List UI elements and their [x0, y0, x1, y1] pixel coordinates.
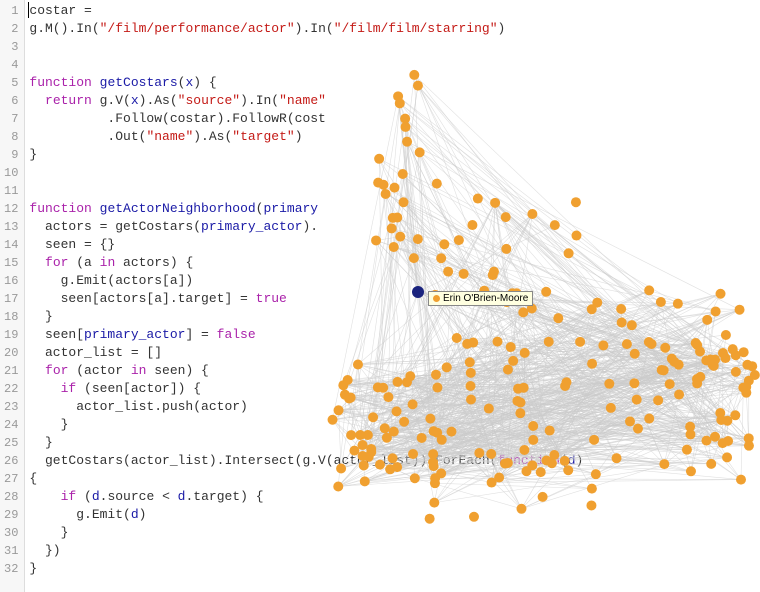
code-line[interactable]: return g.V(x).As("source").In("name": [29, 92, 591, 110]
line-number: 19: [4, 326, 18, 344]
line-number: 1: [4, 2, 18, 20]
line-number: 17: [4, 290, 18, 308]
code-line[interactable]: g.Emit(d): [29, 506, 591, 524]
code-line[interactable]: if (d.source < d.target) {: [29, 488, 591, 506]
line-number: 16: [4, 272, 18, 290]
line-number: 10: [4, 164, 18, 182]
code-line[interactable]: actors = getCostars(primary_actor).: [29, 218, 591, 236]
code-line[interactable]: getCostars(actor_list).Intersect(g.V(act…: [29, 452, 591, 470]
line-number: 26: [4, 452, 18, 470]
code-line[interactable]: [29, 164, 591, 182]
line-number: 25: [4, 434, 18, 452]
code-line[interactable]: [29, 38, 591, 56]
code-line[interactable]: {: [29, 470, 591, 488]
line-number-gutter: 1234567891011121314151617181920212223242…: [0, 0, 25, 592]
code-line[interactable]: seen = {}: [29, 236, 591, 254]
line-number: 7: [4, 110, 18, 128]
code-line[interactable]: if (seen[actor]) {: [29, 380, 591, 398]
code-line[interactable]: g.Emit(actors[a]): [29, 272, 591, 290]
code-line[interactable]: seen[primary_actor] = false: [29, 326, 591, 344]
line-number: 22: [4, 380, 18, 398]
line-number: 3: [4, 38, 18, 56]
code-line[interactable]: .Out("name").As("target"): [29, 128, 591, 146]
code-line[interactable]: for (a in actors) {: [29, 254, 591, 272]
code-line[interactable]: actor_list = []: [29, 344, 591, 362]
line-number: 6: [4, 92, 18, 110]
code-line[interactable]: }: [29, 524, 591, 542]
code-line[interactable]: [29, 182, 591, 200]
code-line[interactable]: .Follow(costar).FollowR(cost: [29, 110, 591, 128]
line-number: 31: [4, 542, 18, 560]
line-number: 20: [4, 344, 18, 362]
code-line[interactable]: for (actor in seen) {: [29, 362, 591, 380]
line-number: 9: [4, 146, 18, 164]
line-number: 18: [4, 308, 18, 326]
code-line[interactable]: }): [29, 542, 591, 560]
line-number: 15: [4, 254, 18, 272]
line-number: 5: [4, 74, 18, 92]
code-line[interactable]: }: [29, 416, 591, 434]
code-line[interactable]: function getActorNeighborhood(primary: [29, 200, 591, 218]
line-number: 29: [4, 506, 18, 524]
line-number: 12: [4, 200, 18, 218]
line-number: 11: [4, 182, 18, 200]
line-number: 13: [4, 218, 18, 236]
code-line[interactable]: }: [29, 146, 591, 164]
code-editor[interactable]: 1234567891011121314151617181920212223242…: [0, 0, 760, 592]
code-line[interactable]: function getCostars(x) {: [29, 74, 591, 92]
code-line[interactable]: }: [29, 434, 591, 452]
line-number: 28: [4, 488, 18, 506]
node-tooltip: Erin O'Brien-Moore: [428, 291, 533, 306]
code-line[interactable]: actor_list.push(actor): [29, 398, 591, 416]
line-number: 30: [4, 524, 18, 542]
line-number: 27: [4, 470, 18, 488]
tooltip-label: Erin O'Brien-Moore: [443, 293, 528, 304]
code-line[interactable]: }: [29, 560, 591, 578]
code-line[interactable]: [29, 56, 591, 74]
line-number: 23: [4, 398, 18, 416]
line-number: 4: [4, 56, 18, 74]
line-number: 2: [4, 20, 18, 38]
line-number: 8: [4, 128, 18, 146]
line-number: 14: [4, 236, 18, 254]
code-line[interactable]: g.M().In("/film/performance/actor").In("…: [29, 20, 591, 38]
line-number: 32: [4, 560, 18, 578]
tooltip-dot-icon: [433, 295, 440, 302]
code-line[interactable]: }: [29, 308, 591, 326]
line-number: 24: [4, 416, 18, 434]
line-number: 21: [4, 362, 18, 380]
code-line[interactable]: costar =: [29, 2, 591, 20]
